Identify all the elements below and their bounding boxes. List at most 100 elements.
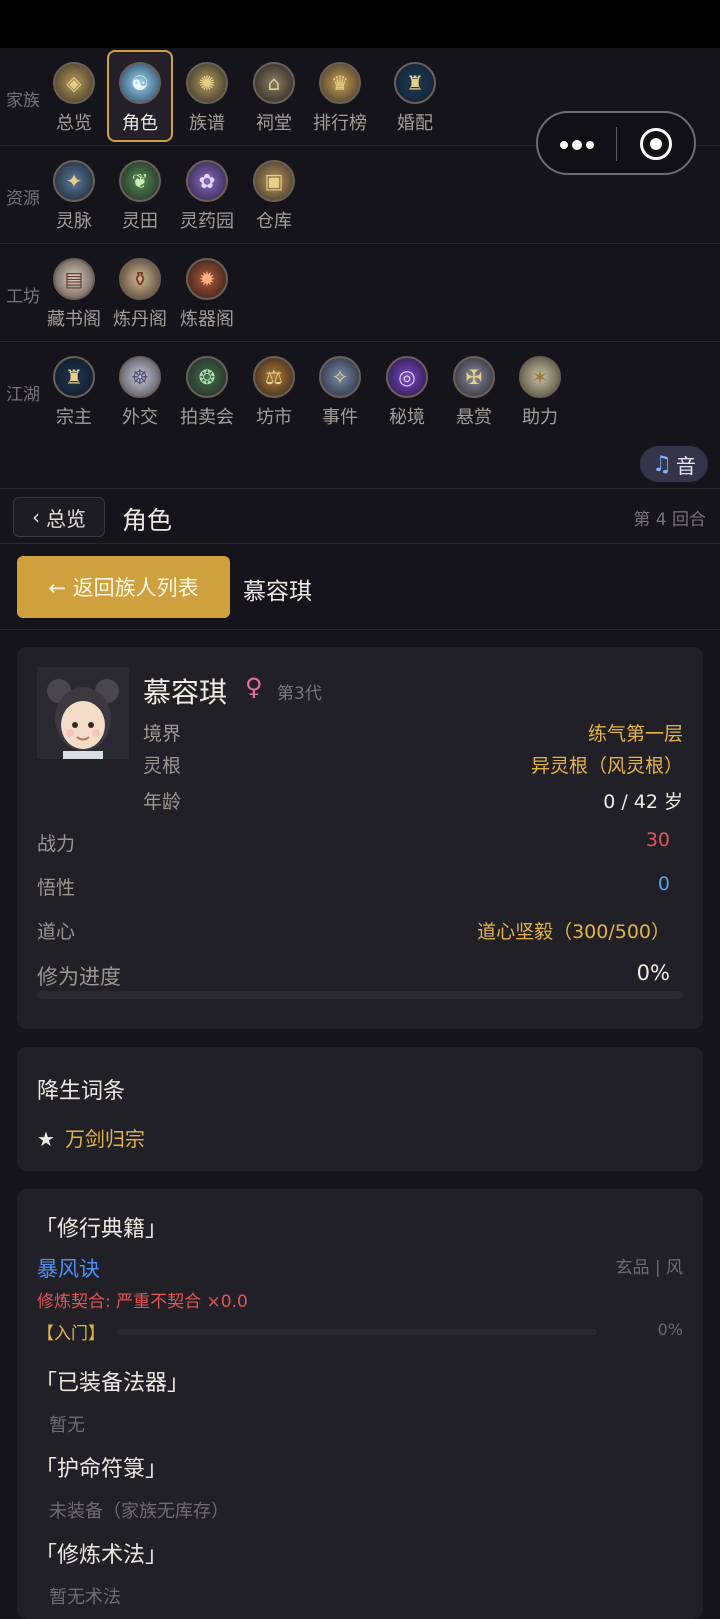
page-title: 角色 [122, 506, 173, 535]
cultivation-progress-label: 修为进度 [37, 965, 121, 989]
menu-row-label: 家族 [6, 91, 40, 111]
market-icon: ⚖ [253, 356, 295, 398]
menu-item-event[interactable]: ✧ 事件 [307, 356, 373, 434]
menu-row-label: 资源 [6, 189, 40, 209]
menu-item-secret-realm[interactable]: ◎ 秘境 [374, 356, 440, 434]
menu-item-herb-garden[interactable]: ✿ 灵药园 [174, 160, 240, 238]
star-icon: ★ [37, 1127, 55, 1151]
menu-item-label: 外交 [122, 407, 158, 428]
trait-name: 万剑归宗 [64, 1127, 145, 1151]
back-label: 总览 [46, 506, 86, 531]
round-counter: 第 4 回合 [633, 510, 706, 530]
menu-item-label: 炼器阁 [180, 309, 234, 330]
menu-item-sect-master[interactable]: ♜ 宗主 [41, 356, 107, 434]
character-info-card: 慕容琪 ♀ 第3代 境界 练气第一层 灵根 异灵根（风灵根） 年龄 0 / 42… [17, 647, 703, 1029]
menu-item-label: 事件 [322, 407, 358, 428]
book-name[interactable]: 暴风诀 [37, 1253, 100, 1283]
menu-item-forge[interactable]: ✹ 炼器阁 [174, 258, 240, 336]
auction-icon: ❂ [186, 356, 228, 398]
menu-item-label: 角色 [122, 113, 158, 134]
spirit-vein-icon: ✦ [53, 160, 95, 202]
menu-item-label: 祠堂 [256, 113, 292, 134]
back-to-overview-button[interactable]: ‹ 总览 [13, 497, 105, 537]
menu-item-spirit-vein[interactable]: ✦ 灵脉 [41, 160, 107, 238]
menu-item-ancestral-hall[interactable]: ⌂ 祠堂 [241, 62, 307, 140]
clan-overview-icon: ◈ [53, 62, 95, 104]
alchemy-icon: ⚱ [119, 258, 161, 300]
secret-realm-icon: ◎ [386, 356, 428, 398]
menu-item-label: 宗主 [56, 407, 92, 428]
book-progress-value: 0% [657, 1320, 683, 1339]
cultivation-progress-value: 0% [636, 961, 670, 985]
menu-item-label: 秘境 [389, 407, 425, 428]
music-note-icon: ♫ [652, 451, 672, 477]
age-label: 年龄 [143, 791, 182, 813]
menu-item-alchemy[interactable]: ⚱ 炼丹阁 [107, 258, 173, 336]
menu-item-label: 炼丹阁 [113, 309, 167, 330]
menu-item-label: 坊市 [256, 407, 292, 428]
menu-item-label: 拍卖会 [180, 407, 234, 428]
skill-title: 「修炼术法」 [35, 1543, 168, 1568]
herb-garden-icon: ✿ [186, 160, 228, 202]
dao-heart-label: 道心 [37, 921, 76, 943]
menu-item-spirit-field[interactable]: ❦ 灵田 [107, 160, 173, 238]
equipment-card: 「修行典籍」 暴风诀 玄品 | 风 修炼契合: 严重不契合 ×0.0 【入门】 … [17, 1189, 703, 1619]
menu-item-label: 灵脉 [56, 211, 92, 232]
marriage-icon: ♜ [394, 62, 436, 104]
menu-item-bounty[interactable]: ✠ 悬赏 [441, 356, 507, 434]
menu-item-auction[interactable]: ❂ 拍卖会 [174, 356, 240, 434]
menu-item-label: 灵药园 [180, 211, 234, 232]
bounty-icon: ✠ [453, 356, 495, 398]
menu-row-label: 江湖 [6, 385, 40, 405]
insight-label: 悟性 [37, 877, 76, 899]
nav-bar: ‹ 总览 角色 第 4 回合 [0, 488, 720, 544]
chevron-left-icon: ‹ [32, 505, 40, 529]
realm-label: 境界 [143, 723, 182, 745]
menu-row-world: 江湖 ♜ 宗主 ☸ 外交 ❂ 拍卖会 ⚖ 坊市 ✧ 事件 ◎ 秘境 ✠ 悬赏 ✶… [0, 342, 720, 440]
close-target-icon[interactable] [640, 128, 672, 160]
menu-item-label: 族谱 [189, 113, 225, 134]
event-icon: ✧ [319, 356, 361, 398]
menu-item-label: 灵田 [122, 211, 158, 232]
menu-item-leaderboard[interactable]: ♛ 排行榜 [307, 62, 373, 140]
menu-item-library[interactable]: ▤ 藏书阁 [41, 258, 107, 336]
music-label: 音 [675, 453, 696, 478]
more-menu-icon[interactable] [560, 140, 594, 150]
warehouse-icon: ▣ [253, 160, 295, 202]
cultivation-progress-bar [37, 991, 683, 999]
forge-icon: ✹ [186, 258, 228, 300]
birth-traits-title: 降生词条 [37, 1079, 126, 1104]
character-avatar [37, 667, 129, 759]
menu-item-overview[interactable]: ◈ 总览 [41, 62, 107, 140]
female-icon: ♀ [245, 673, 263, 701]
sub-header: ← 返回族人列表 慕容琪 [0, 544, 720, 630]
menu-item-warehouse[interactable]: ▣ 仓库 [241, 160, 307, 238]
boost-icon: ✶ [519, 356, 561, 398]
menu-item-diplomacy[interactable]: ☸ 外交 [107, 356, 173, 434]
capsule-divider [616, 127, 617, 161]
menu-item-label: 藏书阁 [47, 309, 101, 330]
dao-heart-value: 道心坚毅（300/500） [477, 921, 670, 943]
back-to-member-list-button[interactable]: ← 返回族人列表 [17, 556, 230, 618]
menu-row-label: 工坊 [6, 287, 40, 307]
menu-item-boost[interactable]: ✶ 助力 [507, 356, 573, 434]
power-label: 战力 [37, 833, 76, 855]
menu-item-market[interactable]: ⚖ 坊市 [241, 356, 307, 434]
menu-item-label: 助力 [522, 407, 558, 428]
ancestral-hall-icon: ⌂ [253, 62, 295, 104]
menu-item-family-tree[interactable]: ✺ 族谱 [174, 62, 240, 140]
realm-value: 练气第一层 [587, 723, 683, 745]
insight-value: 0 [657, 873, 670, 895]
mini-program-capsule [536, 111, 696, 175]
menu-item-marriage[interactable]: ♜ 婚配 [382, 62, 448, 140]
book-compatibility: 修炼契合: 严重不契合 ×0.0 [37, 1292, 248, 1312]
artifact-title: 「已装备法器」 [35, 1371, 190, 1396]
menu-item-label: 仓库 [256, 211, 292, 232]
talisman-value: 未装备（家族无库存） [49, 1501, 229, 1522]
menu-item-character[interactable]: ☯ 角色 [107, 50, 173, 142]
character-icon: ☯ [119, 62, 161, 104]
status-bar [0, 0, 720, 48]
music-toggle-button[interactable]: ♫ 音 [640, 446, 708, 482]
character-name: 慕容琪 [143, 676, 228, 709]
spirit-field-icon: ❦ [119, 160, 161, 202]
